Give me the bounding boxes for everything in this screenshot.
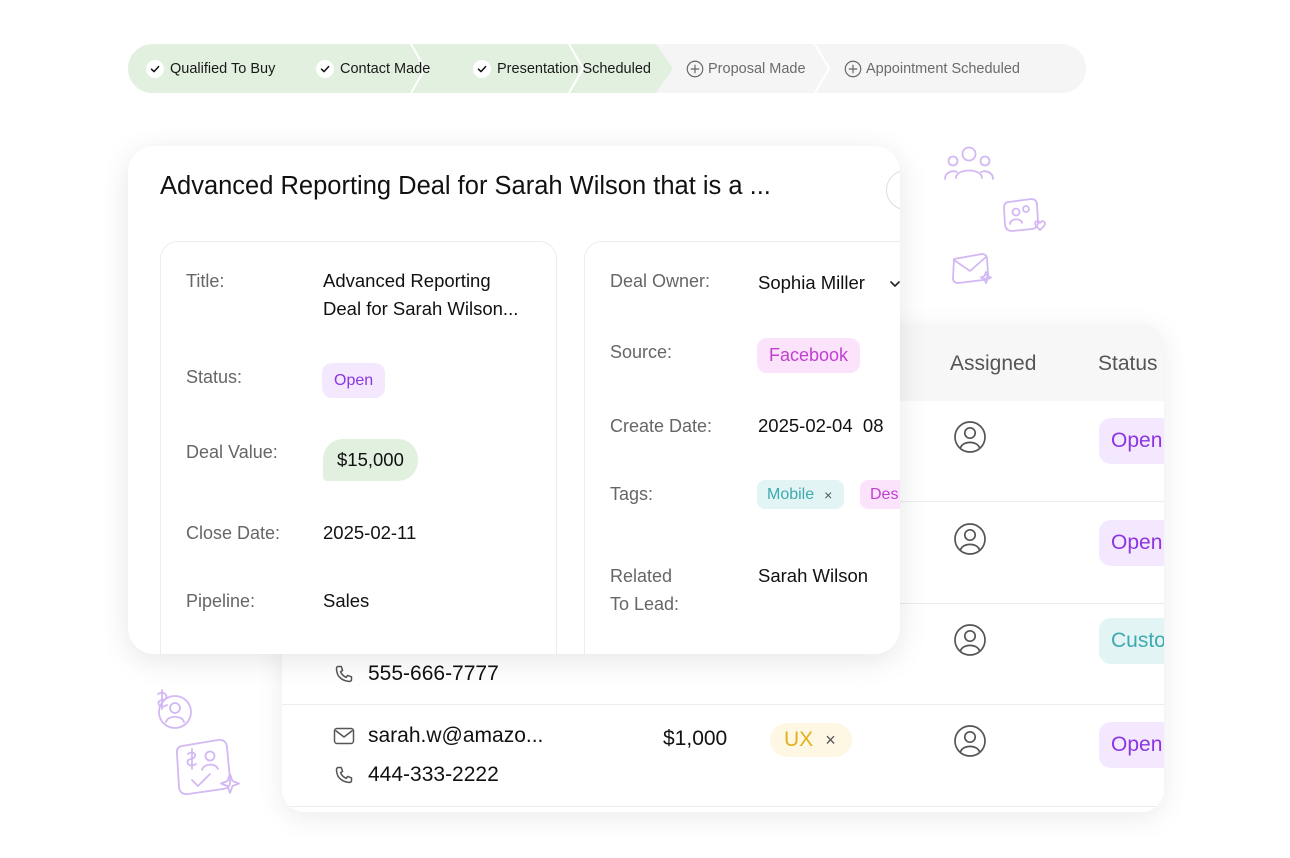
check-icon — [473, 59, 491, 78]
stage-label: Presentation Scheduled — [497, 60, 651, 77]
tag-label: UX — [784, 728, 814, 751]
email-value[interactable]: sarah.w@amazo... — [368, 719, 543, 753]
deal-info-panel: Title: Advanced Reporting Deal for Sarah… — [160, 241, 557, 654]
title-label: Title: — [186, 271, 225, 291]
chevron-down-icon[interactable] — [888, 277, 900, 291]
row-divider — [282, 806, 1164, 807]
status-badge[interactable]: Open — [1099, 520, 1164, 566]
pipeline-value[interactable]: Sales — [323, 587, 369, 615]
close-date-value[interactable]: 2025-02-11 — [323, 519, 416, 547]
stage-label: Qualified To Buy — [170, 60, 276, 77]
stage-separator — [814, 44, 831, 93]
people-group-icon — [944, 146, 994, 180]
user-circle-icon[interactable] — [953, 420, 987, 454]
related-lead-label-line1: Related — [610, 566, 673, 586]
tags-label: Tags: — [610, 484, 654, 504]
money-check-sparkle-icon — [175, 738, 240, 796]
deal-detail-card: Advanced Reporting Deal for Sarah Wilson… — [128, 146, 900, 654]
status-label: Status: — [186, 367, 243, 387]
phone-icon — [335, 766, 353, 784]
stage-label: Contact Made — [340, 60, 431, 77]
deal-meta-panel: Deal Owner: Sophia Miller Source: Facebo… — [584, 241, 900, 654]
check-icon — [146, 59, 164, 78]
stage-contact-made[interactable]: Contact Made — [316, 44, 430, 93]
stage-proposal-made[interactable]: Proposal Made — [686, 44, 806, 93]
close-date-label: Close Date: — [186, 523, 281, 543]
create-date-label: Create Date: — [610, 416, 713, 436]
stage-presentation-scheduled[interactable]: Presentation Scheduled — [473, 44, 651, 93]
stage-label: Appointment Scheduled — [866, 60, 1020, 77]
deal-value-label: Deal Value: — [186, 442, 278, 462]
plus-circle-icon — [686, 60, 704, 78]
column-header-assigned[interactable]: Assigned — [950, 336, 1036, 392]
status-badge[interactable]: Open — [1099, 418, 1164, 464]
source-badge[interactable]: Facebook — [757, 338, 861, 373]
stage-label: Proposal Made — [708, 60, 806, 77]
tag-chip[interactable]: Des — [860, 480, 900, 509]
deal-value-badge: $15,000 — [323, 439, 418, 481]
related-lead-value[interactable]: Sarah Wilson — [758, 562, 868, 590]
stage-qualified-to-buy[interactable]: Qualified To Buy — [146, 44, 275, 93]
deal-owner-label: Deal Owner: — [610, 271, 711, 291]
title-value-line1: Advanced Reporting — [323, 270, 491, 291]
status-badge[interactable]: Open — [1099, 722, 1164, 768]
deal-owner-select[interactable]: Sophia Miller — [758, 269, 865, 297]
status-badge[interactable]: Open — [322, 363, 386, 398]
phone-icon — [335, 665, 353, 683]
user-circle-icon[interactable] — [953, 522, 987, 556]
mail-sparkle-icon — [952, 253, 992, 284]
status-badge[interactable]: Custo — [1099, 618, 1164, 664]
tag-label: Des — [870, 485, 899, 503]
pipeline-stages: Qualified To Buy Contact Made Presentati… — [128, 44, 1086, 93]
user-heart-icon — [1003, 198, 1046, 232]
column-header-status[interactable]: Status — [1098, 336, 1158, 392]
mail-icon — [333, 727, 355, 745]
deal-title: Advanced Reporting Deal for Sarah Wilson… — [160, 172, 771, 200]
source-label: Source: — [610, 342, 673, 362]
plus-circle-icon — [844, 60, 862, 78]
amount-value: $1,000 — [663, 727, 728, 750]
row-divider — [282, 704, 1164, 705]
check-icon — [316, 59, 334, 78]
phone-value: 555-666-7777 — [368, 662, 499, 685]
close-icon[interactable]: × — [825, 730, 836, 751]
stage-appointment-scheduled[interactable]: Appointment Scheduled — [844, 44, 1020, 93]
user-circle-icon[interactable] — [953, 724, 987, 758]
user-circle-icon[interactable] — [953, 623, 987, 657]
pipeline-label: Pipeline: — [186, 591, 256, 611]
close-icon[interactable]: × — [824, 487, 832, 503]
phone-value: 444-333-2222 — [368, 763, 499, 786]
tag-chip[interactable]: Mobile × — [757, 480, 845, 509]
create-date-value: 2025-02-04 08 — [758, 415, 884, 436]
tag-label: Mobile — [767, 485, 815, 503]
user-money-icon — [157, 689, 192, 729]
title-value-line2: Deal for Sarah Wilson... — [323, 298, 519, 319]
related-lead-label-line2: To Lead: — [610, 594, 680, 614]
tag-chip[interactable]: UX × — [770, 723, 852, 757]
more-options-button[interactable] — [886, 170, 900, 210]
